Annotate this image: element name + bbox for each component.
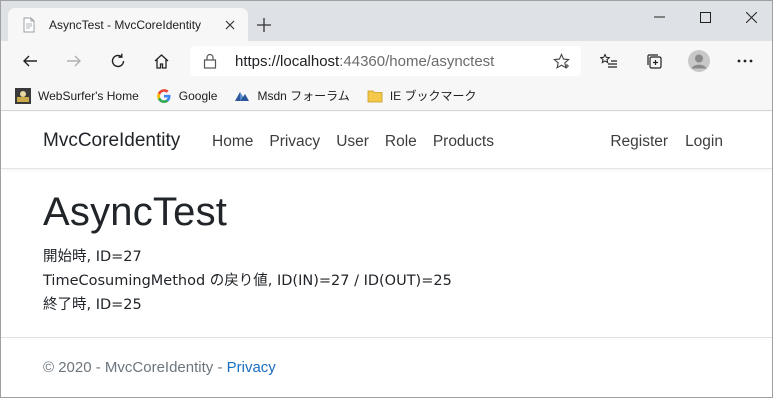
favorites-bar: WebSurfer's Home Google Msdn フォーラム IE ブッ… xyxy=(1,81,772,111)
folder-icon xyxy=(367,88,383,104)
page-title: AsyncTest xyxy=(43,190,228,234)
browser-tab[interactable]: AsyncTest - MvcCoreIdentity xyxy=(8,8,248,41)
site-footer: © 2020 - MvcCoreIdentity - Privacy xyxy=(1,337,772,397)
web-page: MvcCoreIdentity Home Privacy User Role P… xyxy=(1,112,772,397)
browser-window: AsyncTest - MvcCoreIdentity https://loca… xyxy=(0,0,773,398)
site-navbar: MvcCoreIdentity Home Privacy User Role P… xyxy=(1,112,772,169)
end-line: 終了時, ID=25 xyxy=(43,297,142,313)
lock-icon[interactable] xyxy=(203,53,219,69)
minimize-button[interactable] xyxy=(636,1,682,33)
favorite-msdn[interactable]: Msdn フォーラム xyxy=(234,87,350,104)
brand-link[interactable]: MvcCoreIdentity xyxy=(43,130,180,152)
nav-home[interactable]: Home xyxy=(212,133,253,151)
forward-button[interactable] xyxy=(59,46,89,76)
nav-role[interactable]: Role xyxy=(385,133,417,151)
websurfer-icon xyxy=(15,87,31,104)
collections-button[interactable] xyxy=(639,46,669,76)
google-icon xyxy=(156,88,172,104)
footer-text: © 2020 - MvcCoreIdentity - Privacy xyxy=(43,359,276,376)
nav-user[interactable]: User xyxy=(336,133,369,151)
more-options-icon[interactable] xyxy=(730,46,760,76)
favorite-star-icon[interactable] xyxy=(551,51,571,71)
title-bar: AsyncTest - MvcCoreIdentity xyxy=(1,1,772,41)
nav-login[interactable]: Login xyxy=(685,133,723,151)
url-text[interactable]: https://localhost:44360/home/asynctest xyxy=(235,53,551,70)
home-button[interactable] xyxy=(146,46,176,76)
footer-privacy-link[interactable]: Privacy xyxy=(227,359,276,376)
browser-toolbar: https://localhost:44360/home/asynctest xyxy=(1,41,772,81)
refresh-button[interactable] xyxy=(103,46,133,76)
result-lines: 開始時, ID=27 TimeCosumingMethod の戻り値, ID(I… xyxy=(43,245,452,317)
favorite-websurfer[interactable]: WebSurfer's Home xyxy=(15,87,139,104)
copyright-text: © 2020 - MvcCoreIdentity - xyxy=(43,359,227,376)
close-window-button[interactable] xyxy=(728,1,772,33)
profile-avatar[interactable] xyxy=(684,46,714,76)
nav-links: Home Privacy User Role Products xyxy=(212,133,510,151)
address-bar[interactable]: https://localhost:44360/home/asynctest xyxy=(190,46,581,76)
favorite-google[interactable]: Google xyxy=(156,88,217,104)
nav-register[interactable]: Register xyxy=(610,133,668,151)
page-icon xyxy=(21,17,37,33)
close-icon[interactable] xyxy=(222,17,238,33)
msdn-icon xyxy=(234,88,250,104)
nav-account-links: Register Login xyxy=(593,133,723,151)
back-button[interactable] xyxy=(15,46,45,76)
maximize-button[interactable] xyxy=(682,1,728,33)
favorite-ie-bookmarks[interactable]: IE ブックマーク xyxy=(367,87,477,104)
nav-privacy[interactable]: Privacy xyxy=(269,133,320,151)
nav-products[interactable]: Products xyxy=(433,133,494,151)
tab-title: AsyncTest - MvcCoreIdentity xyxy=(49,17,202,32)
favorites-list-button[interactable] xyxy=(594,46,624,76)
new-tab-button[interactable] xyxy=(253,14,275,36)
method-result-line: TimeCosumingMethod の戻り値, ID(IN)=27 / ID(… xyxy=(43,273,452,289)
start-line: 開始時, ID=27 xyxy=(43,249,142,265)
